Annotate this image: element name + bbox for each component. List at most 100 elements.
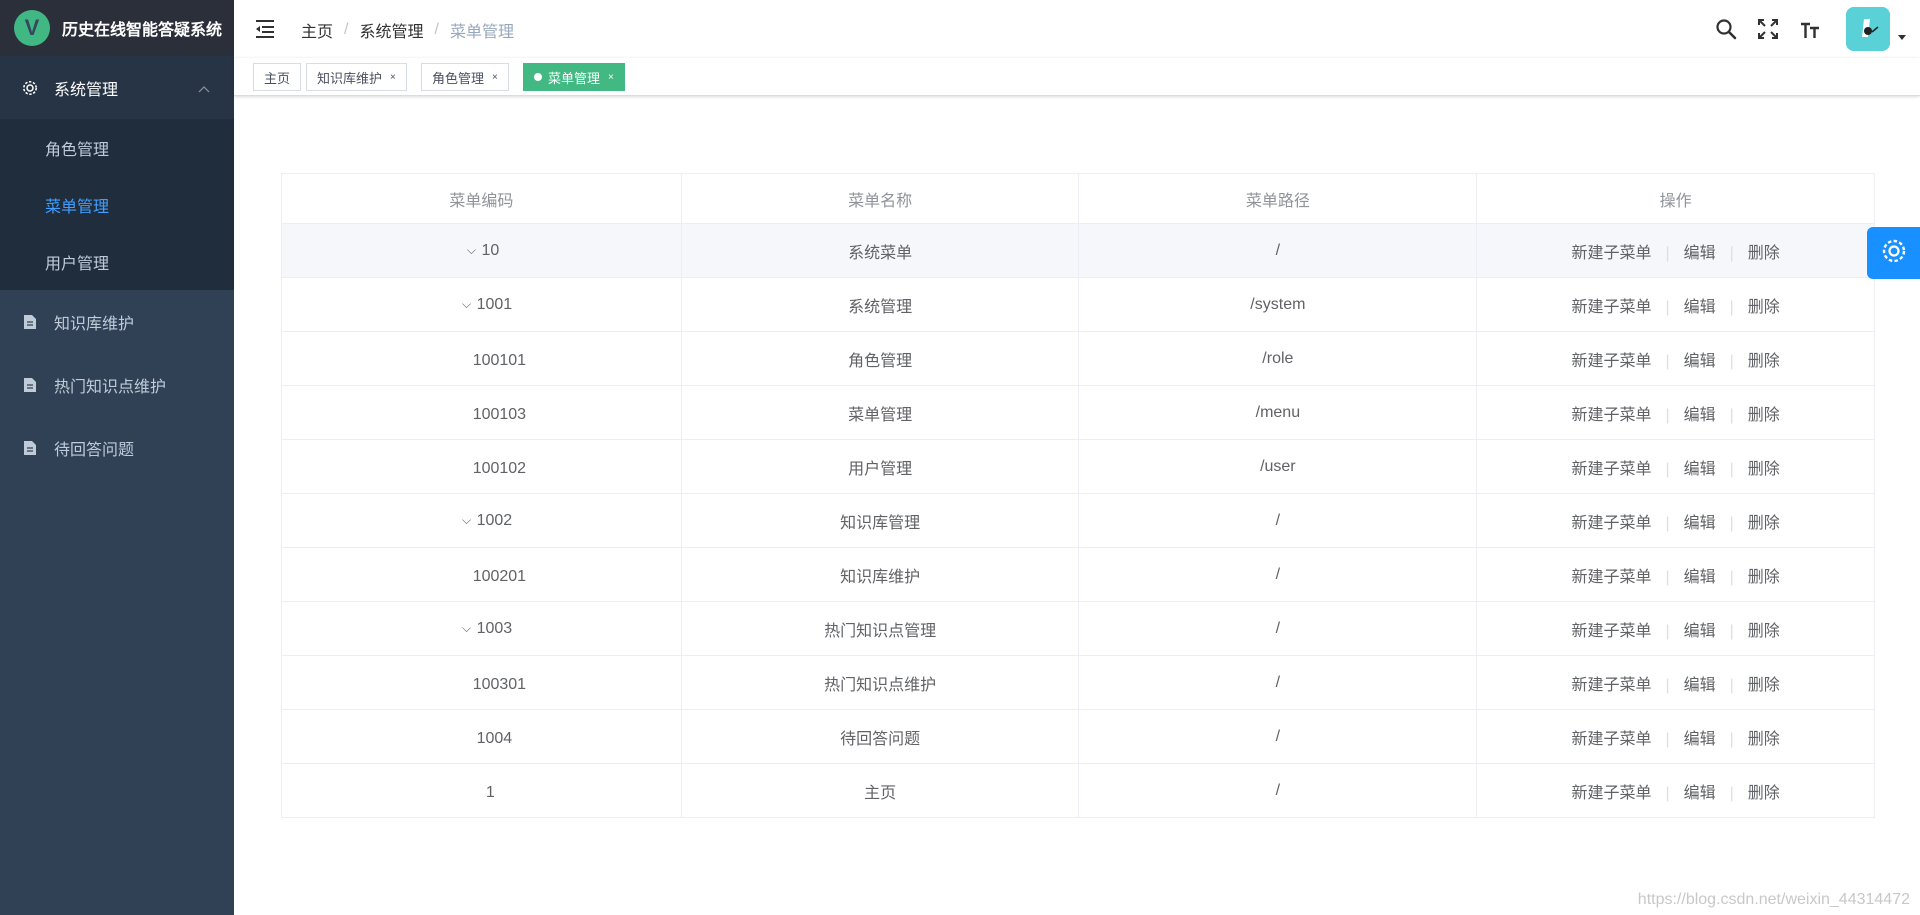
tag-menu[interactable]: 菜单管理 × — [523, 63, 625, 91]
avatar[interactable] — [1846, 7, 1890, 51]
cell-ops: 新建子菜单 | 编辑 | 删除 — [1476, 601, 1875, 656]
settings-button[interactable] — [1867, 227, 1920, 279]
table-row[interactable]: ⌵ 1002 知识库管理 / 新建子菜单 | 编辑 | 删除 — [281, 493, 1875, 548]
breadcrumb-home[interactable]: 主页 — [301, 18, 333, 42]
delete-link[interactable]: 删除 — [1748, 731, 1780, 748]
tag-home[interactable]: 主页 — [253, 63, 302, 91]
breadcrumb-system[interactable]: 系统管理 — [359, 18, 423, 42]
edit-link[interactable]: 编辑 — [1684, 785, 1716, 802]
edit-link[interactable]: 编辑 — [1684, 245, 1716, 262]
chevron-down-icon[interactable]: ⌵ — [459, 297, 475, 312]
ops-divider: | — [1665, 244, 1670, 262]
edit-link[interactable]: 编辑 — [1684, 677, 1716, 694]
ops-divider: | — [1729, 406, 1734, 424]
close-icon[interactable]: × — [390, 72, 396, 83]
table-row[interactable]: ⌵ 1001 系统管理/system 新建子菜单 | 编辑 | 删除 — [281, 277, 1875, 332]
sidebar-toggle-icon[interactable] — [254, 17, 276, 39]
add-submenu-link[interactable]: 新建子菜单 — [1571, 245, 1651, 262]
chevron-down-icon[interactable]: ⌵ — [463, 243, 479, 258]
cell-code: 1 — [281, 763, 682, 818]
sidebar-submenu-system: 角色管理 菜单管理 用户管理 — [0, 119, 234, 290]
watermark: https://blog.csdn.net/weixin_44314472 — [1637, 891, 1910, 908]
cell-name: 热门知识点维护 — [681, 655, 1080, 710]
close-icon[interactable]: × — [492, 72, 498, 83]
sidebar-item-label: 知识库维护 — [54, 315, 135, 333]
delete-link[interactable]: 删除 — [1748, 623, 1780, 640]
table-row[interactable]: ⌵ 10 系统菜单 / 新建子菜单 | 编辑 | 删除 — [281, 223, 1875, 278]
add-submenu-link[interactable]: 新建子菜单 — [1571, 299, 1651, 316]
cell-path: / — [1078, 655, 1478, 710]
sidebar-item-knowledge[interactable]: 知识库维护 — [0, 290, 234, 353]
code-text: 10 — [481, 241, 500, 259]
cell-ops: 新建子菜单 | 编辑 | 删除 — [1476, 385, 1875, 440]
app-logo[interactable]: V 历史在线智能答疑系统 — [0, 0, 234, 56]
edit-link[interactable]: 编辑 — [1684, 461, 1716, 478]
add-submenu-link[interactable]: 新建子菜单 — [1571, 515, 1651, 532]
cell-name: 用户管理 — [681, 439, 1080, 494]
edit-link[interactable]: 编辑 — [1684, 407, 1716, 424]
chevron-down-icon[interactable]: ⌵ — [459, 513, 475, 528]
table-row[interactable]: 1 主页 / 新建子菜单 | 编辑 | 删除 — [281, 763, 1875, 818]
close-icon[interactable]: × — [608, 72, 614, 83]
delete-link[interactable]: 删除 — [1748, 461, 1780, 478]
ops-divider: | — [1729, 352, 1734, 370]
sidebar-item-hot-knowledge[interactable]: 热门知识点维护 — [0, 353, 234, 416]
cell-code: 1004 — [281, 709, 682, 764]
edit-link[interactable]: 编辑 — [1684, 515, 1716, 532]
add-submenu-link[interactable]: 新建子菜单 — [1571, 407, 1651, 424]
table-row[interactable]: 100102 用户管理/user 新建子菜单 | 编辑 | 删除 — [281, 439, 1875, 494]
cell-name: 待回答问题 — [681, 709, 1080, 764]
cell-code: ⌵ 1001 — [281, 277, 682, 332]
cell-ops: 新建子菜单 | 编辑 | 删除 — [1476, 439, 1875, 494]
caret-down-icon[interactable] — [1898, 34, 1906, 40]
add-submenu-link[interactable]: 新建子菜单 — [1571, 569, 1651, 586]
cell-ops: 新建子菜单 | 编辑 | 删除 — [1476, 709, 1875, 764]
add-submenu-link[interactable]: 新建子菜单 — [1571, 785, 1651, 802]
table-row[interactable]: 1004 待回答问题 / 新建子菜单 | 编辑 | 删除 — [281, 709, 1875, 764]
active-dot-icon — [534, 73, 542, 81]
delete-link[interactable]: 删除 — [1748, 677, 1780, 694]
add-submenu-link[interactable]: 新建子菜单 — [1571, 731, 1651, 748]
add-submenu-link[interactable]: 新建子菜单 — [1571, 623, 1651, 640]
tag-knowledge[interactable]: 知识库维护 × — [306, 63, 407, 91]
delete-link[interactable]: 删除 — [1748, 515, 1780, 532]
delete-link[interactable]: 删除 — [1748, 407, 1780, 424]
edit-link[interactable]: 编辑 — [1684, 299, 1716, 316]
edit-link[interactable]: 编辑 — [1684, 569, 1716, 586]
sidebar-item-menu[interactable]: 菜单管理 — [0, 176, 234, 233]
cell-code: ⌵ 1002 — [281, 493, 682, 548]
table-row[interactable]: 100201 知识库维护 / 新建子菜单 | 编辑 | 删除 — [281, 547, 1875, 602]
delete-link[interactable]: 删除 — [1748, 569, 1780, 586]
table-row[interactable]: 100301 热门知识点维护 / 新建子菜单 | 编辑 | 删除 — [281, 655, 1875, 710]
ops-divider: | — [1665, 514, 1670, 532]
edit-link[interactable]: 编辑 — [1684, 353, 1716, 370]
delete-link[interactable]: 删除 — [1748, 785, 1780, 802]
table-row[interactable]: ⌵ 1003 热门知识点管理 / 新建子菜单 | 编辑 | 删除 — [281, 601, 1875, 656]
cell-name: 知识库管理 — [681, 493, 1080, 548]
add-submenu-link[interactable]: 新建子菜单 — [1571, 677, 1651, 694]
fullscreen-icon[interactable] — [1756, 17, 1780, 41]
cell-ops: 新建子菜单 | 编辑 | 删除 — [1476, 655, 1875, 710]
cell-ops: 新建子菜单 | 编辑 | 删除 — [1476, 277, 1875, 332]
delete-link[interactable]: 删除 — [1748, 299, 1780, 316]
edit-link[interactable]: 编辑 — [1684, 623, 1716, 640]
sidebar-group-system[interactable]: 系统管理 — [0, 56, 234, 119]
add-submenu-link[interactable]: 新建子菜单 — [1571, 461, 1651, 478]
tag-label: 知识库维护 — [317, 70, 383, 86]
tag-role[interactable]: 角色管理 × — [421, 63, 509, 91]
font-size-icon[interactable] — [1798, 17, 1822, 41]
sidebar-item-user[interactable]: 用户管理 — [0, 233, 234, 290]
cell-code: 100102 — [281, 439, 682, 494]
delete-link[interactable]: 删除 — [1748, 353, 1780, 370]
table-row[interactable]: 100103 菜单管理/menu 新建子菜单 | 编辑 | 删除 — [281, 385, 1875, 440]
add-submenu-link[interactable]: 新建子菜单 — [1571, 353, 1651, 370]
sidebar-item-pending-questions[interactable]: 待回答问题 — [0, 416, 234, 479]
search-icon[interactable] — [1714, 17, 1738, 41]
sidebar-item-role[interactable]: 角色管理 — [0, 119, 234, 176]
chevron-down-icon[interactable]: ⌵ — [459, 621, 475, 636]
table-row[interactable]: 100101 角色管理/role 新建子菜单 | 编辑 | 删除 — [281, 331, 1875, 386]
ops-divider: | — [1665, 622, 1670, 640]
edit-link[interactable]: 编辑 — [1684, 731, 1716, 748]
ops-divider: | — [1729, 676, 1734, 694]
delete-link[interactable]: 删除 — [1748, 245, 1780, 262]
